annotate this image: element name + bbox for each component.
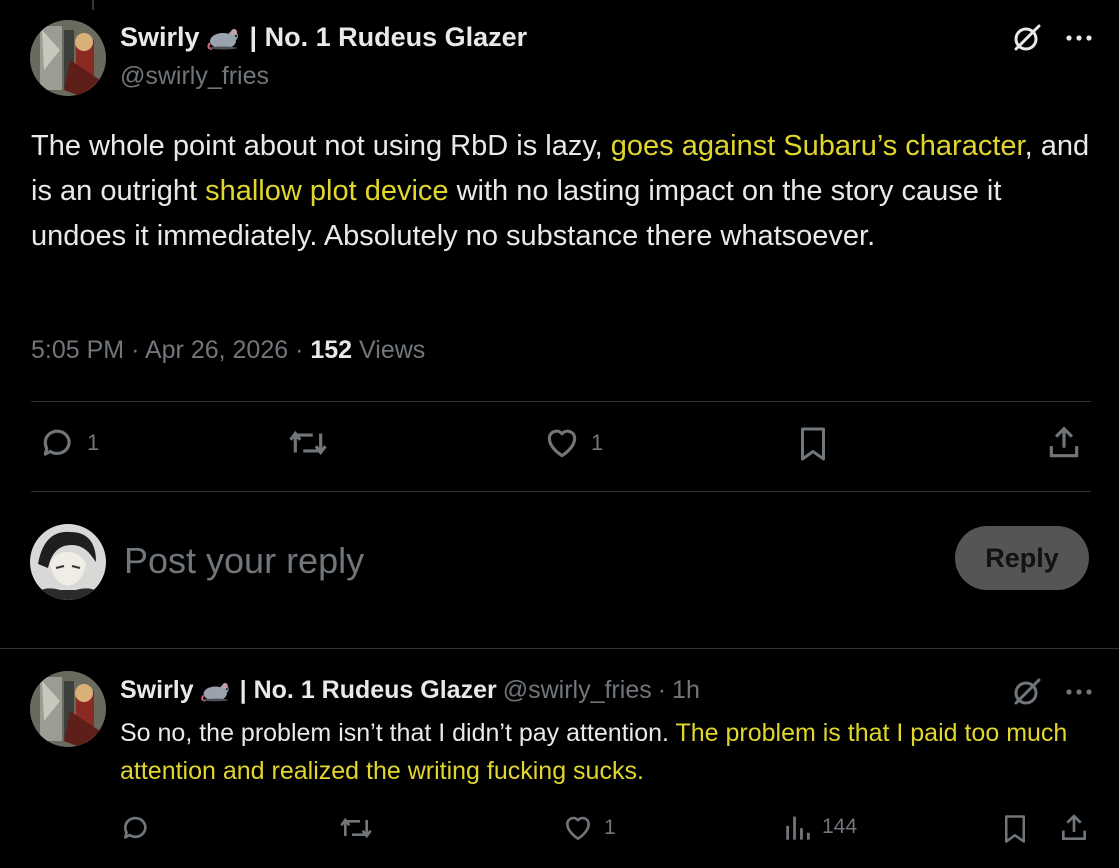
post-action-bar: 1 1 (31, 424, 1091, 470)
bookmark-icon (1005, 815, 1025, 843)
meta-separator: · (657, 676, 667, 704)
highlighted-text-segment: shallow plot device (205, 175, 449, 207)
like-button[interactable]: 1 (543, 424, 603, 462)
thread-connector-line (92, 0, 94, 10)
share-button[interactable] (1045, 424, 1083, 462)
retweet-button[interactable] (287, 424, 329, 462)
share-button[interactable] (1058, 812, 1090, 844)
bookmark-icon (801, 427, 825, 461)
reply-count: 1 (87, 430, 100, 455)
reply-action-bar: 1 144 (120, 812, 1092, 848)
views-icon (786, 816, 810, 840)
retweet-button[interactable] (338, 812, 374, 844)
post-time[interactable]: 5:05 PM (31, 336, 124, 364)
meta-separator: · (131, 336, 140, 364)
reply-author-name[interactable]: Swirly (120, 676, 194, 705)
reply-button[interactable] (120, 812, 152, 844)
bookmark-button[interactable] (1000, 812, 1030, 846)
meta-separator: · (295, 336, 304, 364)
post-top-actions (1011, 22, 1093, 54)
like-button[interactable]: 1 (562, 812, 616, 844)
bookmark-button[interactable] (795, 424, 831, 464)
reply-text-plain: So no, the problem isn’t that I didn’t p… (120, 719, 676, 747)
reply-time-ago[interactable]: 1h (672, 676, 700, 705)
highlighted-text-segment: goes against Subaru’s character (610, 130, 1025, 162)
reply-submit-button[interactable]: Reply (955, 526, 1089, 590)
post-metadata: 5:05 PM · Apr 26, 2026 · 152 Views (31, 336, 425, 365)
reply-author-handle[interactable]: @swirly_fries (503, 676, 652, 705)
views-count[interactable]: 152 (310, 336, 352, 364)
share-icon (1049, 426, 1079, 458)
reply-author-avatar[interactable] (30, 671, 106, 747)
grok-icon[interactable] (1011, 676, 1043, 708)
post-body-text: The whole point about not using RbD is l… (31, 124, 1091, 259)
more-options-icon[interactable] (1065, 688, 1093, 696)
views-count: 144 (822, 815, 858, 838)
like-icon (566, 816, 590, 840)
grok-icon[interactable] (1011, 22, 1043, 54)
text-segment: The whole point about not using RbD is l… (31, 130, 611, 162)
like-count: 1 (604, 816, 616, 839)
reply-author-row: Swirly | No. 1 Rudeus Glazer @swirly_fri… (120, 676, 700, 705)
reply-top-actions (1011, 676, 1093, 708)
author-display-name[interactable]: Swirly (120, 22, 200, 53)
like-icon (547, 429, 577, 458)
views-button[interactable]: 144 (784, 812, 857, 842)
retweet-icon (340, 817, 372, 839)
divider (31, 491, 1091, 492)
author-avatar[interactable] (30, 20, 106, 96)
reply-author-title[interactable]: | No. 1 Rudeus Glazer (240, 676, 497, 705)
reply-input[interactable]: Post your reply (124, 540, 364, 582)
views-label[interactable]: Views (359, 336, 425, 364)
reply-body-text: So no, the problem isn’t that I didn’t p… (120, 714, 1090, 790)
post-date[interactable]: Apr 26, 2026 (145, 336, 288, 364)
divider (0, 648, 1119, 649)
tweet-detail-page: Swirly | No. 1 Rudeus Glazer @swirly_fri… (0, 0, 1119, 868)
divider (31, 401, 1091, 402)
share-icon (1062, 814, 1086, 840)
more-options-icon[interactable] (1065, 34, 1093, 42)
author-title[interactable]: | No. 1 Rudeus Glazer (250, 22, 528, 53)
mouse-emoji-icon (200, 680, 234, 702)
reply-icon (123, 816, 147, 839)
author-handle[interactable]: @swirly_fries (120, 62, 269, 91)
mouse-emoji-icon (206, 26, 244, 50)
retweet-icon (289, 430, 327, 456)
current-user-avatar[interactable] (30, 524, 106, 600)
reply-button[interactable]: 1 (39, 424, 99, 462)
like-count: 1 (591, 430, 604, 455)
author-name-row[interactable]: Swirly | No. 1 Rudeus Glazer (120, 22, 527, 53)
reply-icon (43, 429, 71, 456)
